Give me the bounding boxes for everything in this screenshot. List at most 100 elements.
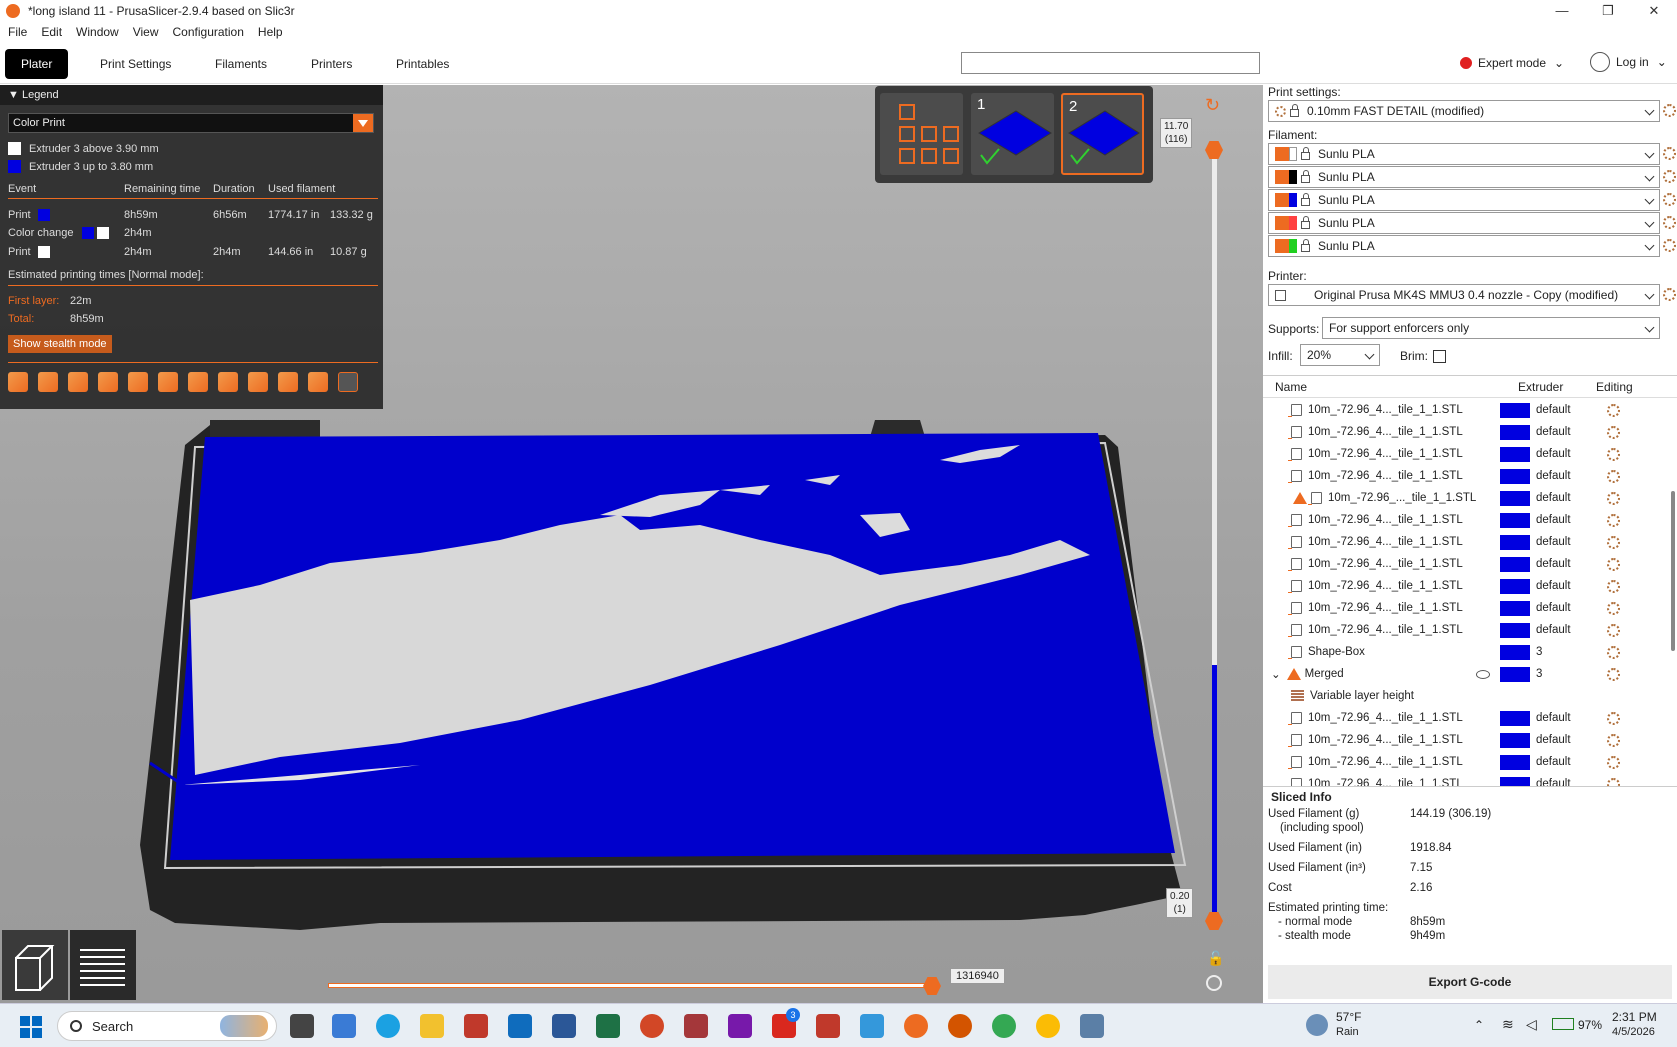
menu-view[interactable]: View: [133, 25, 159, 39]
menu-configuration[interactable]: Configuration: [173, 25, 244, 39]
warning-icon[interactable]: [1293, 492, 1307, 504]
login-button[interactable]: Log in ⌄: [1590, 52, 1667, 72]
settings-gear-icon[interactable]: [1607, 755, 1620, 769]
list-item[interactable]: 10m_-72.96_4..._tile_1_1.STL default: [1263, 421, 1663, 443]
onenote-icon[interactable]: [728, 1014, 752, 1038]
extruder-value[interactable]: default: [1536, 580, 1571, 592]
menu-help[interactable]: Help: [258, 25, 283, 39]
file-explorer-icon[interactable]: [420, 1014, 444, 1038]
settings-gear-icon[interactable]: [1607, 777, 1620, 786]
list-item[interactable]: 10m_-72.96_4..._tile_1_1.STL default: [1263, 575, 1663, 597]
3d-view-button[interactable]: [2, 930, 68, 1000]
app-checklist-icon[interactable]: [1080, 1014, 1104, 1038]
battery-icon[interactable]: [1552, 1018, 1574, 1030]
extruder-value[interactable]: default: [1536, 624, 1571, 636]
list-item[interactable]: 10m_-72.96_4..._tile_1_1.STL default: [1263, 553, 1663, 575]
outlook-icon[interactable]: [508, 1014, 532, 1038]
infill-combo[interactable]: 20%: [1300, 344, 1380, 366]
warning-icon[interactable]: [1286, 668, 1301, 680]
menu-edit[interactable]: Edit: [41, 25, 62, 39]
brim-checkbox[interactable]: [1433, 350, 1446, 363]
edit-plus-icon[interactable]: [1607, 667, 1620, 681]
deretractions-icon[interactable]: [98, 372, 118, 392]
extruder-value[interactable]: 3: [1536, 646, 1542, 658]
list-item[interactable]: 10m_-72.96_..._tile_1_1.STL default: [1263, 487, 1663, 509]
list-item[interactable]: 10m_-72.96_4..._tile_1_1.STL default: [1263, 531, 1663, 553]
shells-icon[interactable]: [308, 372, 328, 392]
access-icon[interactable]: [684, 1014, 708, 1038]
view-type-dropdown[interactable]: Color Print: [8, 113, 374, 133]
pause-icon[interactable]: [218, 372, 238, 392]
preview-button[interactable]: [70, 930, 136, 1000]
clock-date[interactable]: 4/5/2026: [1612, 1026, 1655, 1038]
extruder-value[interactable]: default: [1536, 492, 1571, 504]
edit-preset-icon[interactable]: [1663, 170, 1676, 183]
object-thumb-2[interactable]: 2: [1061, 93, 1144, 175]
close-button[interactable]: ✕: [1631, 0, 1677, 22]
legend-header[interactable]: ▼ Legend: [0, 85, 383, 105]
filament-combo-1[interactable]: Sunlu PLA: [1268, 143, 1660, 165]
edge-icon[interactable]: [376, 1014, 400, 1038]
settings-gear-icon[interactable]: [1607, 601, 1620, 615]
move-slider-track[interactable]: [328, 983, 933, 988]
prusaslicer-taskbar-icon[interactable]: [904, 1014, 928, 1038]
tab-print-settings[interactable]: Print Settings: [84, 49, 187, 79]
mode-selector[interactable]: Expert mode ⌄: [1460, 56, 1564, 70]
expand-chevron-icon[interactable]: ⌄: [1271, 667, 1281, 681]
settings-gear-icon[interactable]: [1607, 513, 1620, 527]
list-item[interactable]: 10m_-72.96_4..._tile_1_1.STL default: [1263, 773, 1663, 786]
undo-arrow-icon[interactable]: ↻: [1205, 95, 1220, 116]
tool-changes-icon[interactable]: [158, 372, 178, 392]
app-sunburst-icon[interactable]: [948, 1014, 972, 1038]
edit-preset-icon[interactable]: [1663, 216, 1676, 229]
search-input[interactable]: [961, 52, 1260, 74]
powerpoint-icon[interactable]: [640, 1014, 664, 1038]
edit-preset-icon[interactable]: [1663, 147, 1676, 160]
color-changes-icon[interactable]: [188, 372, 208, 392]
extruder-value[interactable]: 3: [1536, 668, 1542, 680]
extruder-value[interactable]: default: [1536, 426, 1571, 438]
seams-icon[interactable]: [128, 372, 148, 392]
taskbar-search[interactable]: Search: [57, 1011, 277, 1041]
excel-icon[interactable]: [596, 1014, 620, 1038]
volume-icon[interactable]: ◁: [1526, 1016, 1537, 1033]
settings-gear-icon[interactable]: [1607, 557, 1620, 571]
show-stealth-mode-button[interactable]: Show stealth mode: [8, 335, 112, 353]
object-thumb-1[interactable]: 1: [971, 93, 1054, 175]
list-item[interactable]: 10m_-72.96_4..._tile_1_1.STL default: [1263, 707, 1663, 729]
menu-file[interactable]: File: [8, 25, 27, 39]
list-item[interactable]: 10m_-72.96_4..._tile_1_1.STL default: [1263, 443, 1663, 465]
extruder-value[interactable]: default: [1536, 536, 1571, 548]
print-profile-combo[interactable]: 0.10mm FAST DETAIL (modified): [1268, 100, 1660, 122]
chrome-icon[interactable]: [992, 1014, 1016, 1038]
list-item[interactable]: 10m_-72.96_4..._tile_1_1.STL default: [1263, 399, 1663, 421]
settings-cog-icon[interactable]: [1206, 975, 1222, 991]
settings-gear-icon[interactable]: [1607, 579, 1620, 593]
tab-printers[interactable]: Printers: [295, 49, 368, 79]
task-view-icon[interactable]: [290, 1014, 314, 1038]
custom-gcode-icon[interactable]: [248, 372, 268, 392]
settings-gear-icon[interactable]: [1607, 425, 1620, 439]
settings-gear-icon[interactable]: [1607, 711, 1620, 725]
center-of-gravity-icon[interactable]: [278, 372, 298, 392]
list-item[interactable]: 10m_-72.96_4..._tile_1_1.STL default: [1263, 597, 1663, 619]
windows-start-icon[interactable]: [20, 1016, 42, 1038]
extruder-value[interactable]: default: [1536, 558, 1571, 570]
wifi-icon[interactable]: ≋: [1502, 1016, 1514, 1033]
maximize-button[interactable]: ❐: [1585, 0, 1631, 22]
filament-combo-5[interactable]: Sunlu PLA: [1268, 235, 1660, 257]
extruder-value[interactable]: default: [1536, 712, 1571, 724]
extruder-value[interactable]: default: [1536, 602, 1571, 614]
travel-icon[interactable]: [8, 372, 28, 392]
settings-gear-icon[interactable]: [1607, 469, 1620, 483]
object-list-scrollbar[interactable]: [1671, 491, 1675, 651]
edit-preset-icon[interactable]: [1663, 193, 1676, 206]
extruder-value[interactable]: default: [1536, 514, 1571, 526]
extruder-value[interactable]: default: [1536, 470, 1571, 482]
settings-gear-icon[interactable]: [1607, 535, 1620, 549]
weather-rain-icon[interactable]: [1306, 1014, 1328, 1036]
settings-gear-icon[interactable]: [1607, 403, 1620, 417]
retractions-icon[interactable]: [68, 372, 88, 392]
extruder-value[interactable]: default: [1536, 448, 1571, 460]
all-objects-thumb[interactable]: [880, 93, 963, 175]
